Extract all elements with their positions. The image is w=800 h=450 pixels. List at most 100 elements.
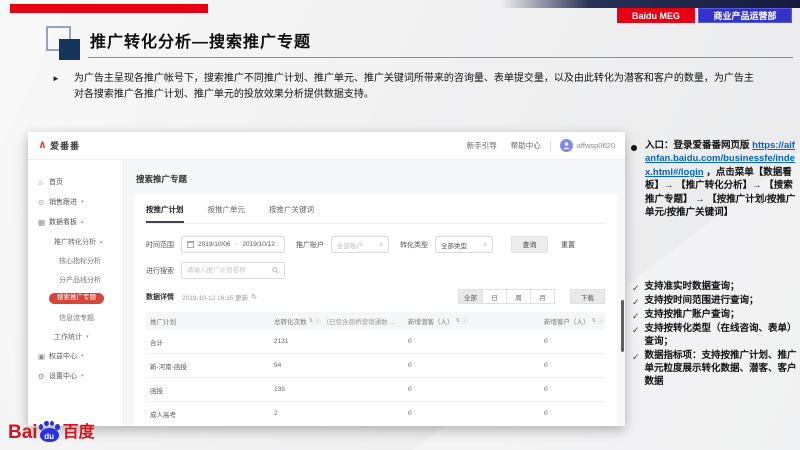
calendar-icon — [187, 241, 194, 248]
check-icon: ✓ — [632, 351, 640, 388]
sidebar-item-work-stats[interactable]: 工作统计 ▾ — [28, 327, 123, 346]
col-new-leads: 新增潜客（人） — [408, 316, 454, 326]
sidebar-item-label: 首页 — [49, 177, 63, 187]
app-content: 搜索推广专题 按推广计划 按推广单元 按推广关键词 时间范围 2019/10/0… — [124, 160, 625, 425]
sidebar-item-label: 推广转化分析 — [54, 237, 96, 247]
type-label: 转化类型 — [400, 240, 428, 250]
filter-row: 时间范围 2019/10/06 ~ 2019/10/12 推广账户 全部账户 ∨ — [146, 236, 605, 253]
download-button[interactable]: 下载 — [570, 289, 605, 304]
username[interactable]: affwsp0620 — [577, 141, 615, 150]
sidebar-item-label: 工作统计 — [54, 332, 82, 342]
info-icon[interactable]: ⓘ — [315, 317, 321, 325]
bullet-dot — [631, 145, 637, 151]
search-icon — [272, 267, 279, 274]
top-red-strip — [10, 4, 208, 13]
sidebar-item-product-line[interactable]: 分产品线分析 — [28, 270, 123, 289]
checklist-item: ✓ 支持按推广账户查询； — [632, 309, 798, 322]
newbie-guide-link[interactable]: 新手引导 — [467, 140, 497, 151]
granularity-segmented-control: 全部 日 周 月 — [459, 289, 555, 304]
sidebar-item-dashboard[interactable]: ▦ 数据看板 ▴ — [28, 212, 123, 232]
table-header: 推广计划 总转化次数 ⇅ ⓘ （已包含商桥营销通数 ... 新增潜客（人） ⇅ … — [146, 312, 605, 330]
segment-week[interactable]: 周 — [506, 289, 531, 304]
search-label: 进行搜索 — [146, 266, 174, 276]
chevron-down-icon: ∨ — [483, 242, 487, 248]
sidebar-item-feed-topic[interactable]: 信息流专题 — [28, 308, 123, 327]
date-range-label: 时间范围 — [146, 240, 174, 250]
sidebar-item-label: 信息流专题 — [59, 313, 94, 323]
badge-baidu-meg: Baidu MEG — [617, 8, 695, 23]
cell-new-leads: 0 — [408, 410, 544, 417]
cell-new-customers: 0 — [544, 362, 605, 369]
sidebar-item-home[interactable]: ⌂ 首页 — [28, 172, 123, 192]
info-icon[interactable]: ⓘ — [462, 317, 468, 325]
table-row[interactable]: 新-河南-函授 94 0 0 — [146, 354, 605, 378]
segment-day[interactable]: 日 — [482, 289, 507, 304]
caret-up-icon: ▴ — [81, 219, 84, 225]
sort-icon[interactable]: ⇅ — [592, 318, 597, 324]
cell-conversions: 139 — [274, 386, 408, 393]
aifanfan-logo-icon: ∧ — [38, 140, 47, 151]
slide: Baidu MEG 商业产品运营部 推广转化分析—搜索推广专题 ► 为广告主呈现… — [0, 0, 800, 450]
cell-conversions: 2 — [274, 410, 408, 417]
page-title: 推广转化分析—搜索推广专题 — [90, 28, 311, 52]
title-divider — [88, 57, 793, 58]
home-icon: ⌂ — [38, 178, 49, 187]
tab-by-plan[interactable]: 按推广计划 — [146, 204, 184, 223]
search-field[interactable] — [181, 262, 285, 279]
search-input[interactable] — [187, 267, 272, 274]
dashboard-icon: ▦ — [38, 218, 49, 227]
checklist-text: 支持准实时数据查询； — [645, 281, 740, 294]
app-topbar: ∧ 爱番番 新手引导 帮助中心 affwsp0620 — [28, 132, 625, 160]
checklist-item: ✓ 数据指标项：支持按推广计划、推广单元粒度展示转化数据、潜客、客户数据 — [632, 350, 798, 388]
refresh-icon[interactable]: ↻ — [251, 293, 257, 301]
date-range-picker[interactable]: 2019/10/06 ~ 2019/10/12 — [181, 236, 285, 253]
app-screenshot: ∧ 爱番番 新手引导 帮助中心 affwsp0620 ⌂ 首页 ⊙ 销售跟进 ▾ — [28, 132, 625, 426]
query-button[interactable]: 查询 — [511, 236, 548, 253]
data-detail-label: 数据详情 — [146, 292, 174, 302]
sidebar-item-sales-followup[interactable]: ⊙ 销售跟进 ▾ — [28, 192, 123, 212]
avatar[interactable] — [560, 139, 573, 152]
cell-new-leads: 0 — [408, 338, 544, 345]
checklist-text: 数据指标项：支持按推广计划、推广单元粒度展示转化数据、潜客、客户数据 — [645, 350, 798, 388]
segment-month[interactable]: 月 — [530, 289, 555, 304]
caret-up-icon: ▴ — [100, 239, 103, 245]
sales-followup-icon: ⊙ — [38, 198, 49, 207]
sort-icon[interactable]: ⇅ — [309, 318, 314, 324]
updated-timestamp: 2019-10-12 16:15 更新 — [182, 292, 248, 302]
rights-icon: ▣ — [38, 352, 49, 361]
scrollbar-thumb[interactable] — [621, 300, 624, 352]
search-row: 进行搜索 — [146, 262, 605, 279]
tab-by-unit[interactable]: 按推广单元 — [208, 204, 246, 223]
help-center-link[interactable]: 帮助中心 — [511, 140, 541, 151]
check-icon: ✓ — [632, 282, 640, 294]
active-pill: 搜索推广专题 — [49, 293, 104, 305]
reset-button[interactable]: 重置 — [561, 240, 575, 250]
checklist-text: 支持按时间范围进行查询； — [645, 295, 759, 308]
sidebar-item-conversion-analysis[interactable]: 推广转化分析 ▴ — [28, 232, 123, 251]
sidebar-item-rights-center[interactable]: ▣ 权益中心 ▾ — [28, 346, 123, 366]
checklist-item: ✓ 支持按时间范围进行查询； — [632, 295, 798, 308]
entry-instructions: 入口：登录爱番番网页版 https://aifanfan.baidu.com/b… — [645, 139, 798, 220]
entry-prefix: 入口：登录爱番番网页版 — [645, 140, 750, 151]
user-icon — [562, 141, 571, 150]
sidebar-item-core-metrics[interactable]: 核心指标分析 — [28, 251, 123, 270]
table-row[interactable]: 成人高考 2 0 0 — [146, 402, 605, 425]
check-icon: ✓ — [632, 296, 640, 308]
cell-new-customers: 0 — [544, 386, 605, 393]
table-row[interactable]: 函授 139 0 0 — [146, 378, 605, 402]
sort-icon[interactable]: ⇅ — [456, 318, 461, 324]
sidebar-item-label: 设置中心 — [49, 371, 77, 381]
segment-all[interactable]: 全部 — [458, 289, 483, 304]
tab-by-keyword[interactable]: 按推广关键词 — [269, 204, 314, 223]
account-select[interactable]: 全部账户 ∨ — [331, 236, 389, 253]
type-select[interactable]: 全部类型 ∨ — [435, 236, 493, 253]
checklist-item: ✓ 支持按转化类型（在线咨询、表单）查询； — [632, 323, 798, 349]
info-icon[interactable]: ⓘ — [598, 317, 604, 325]
sidebar-item-search-topic-active[interactable]: 搜索推广专题 — [28, 289, 123, 308]
col-new-customers: 新增客户（人） — [544, 316, 590, 326]
checklist-text: 支持按转化类型（在线咨询、表单）查询； — [645, 323, 798, 349]
table-row[interactable]: 合计 2131 0 0 — [146, 330, 605, 354]
sidebar-item-settings-center[interactable]: ⚙ 设置中心 ▾ — [28, 366, 123, 386]
arrow-bullet-icon: ► — [52, 74, 60, 103]
caret-down-icon: ▾ — [81, 373, 84, 379]
